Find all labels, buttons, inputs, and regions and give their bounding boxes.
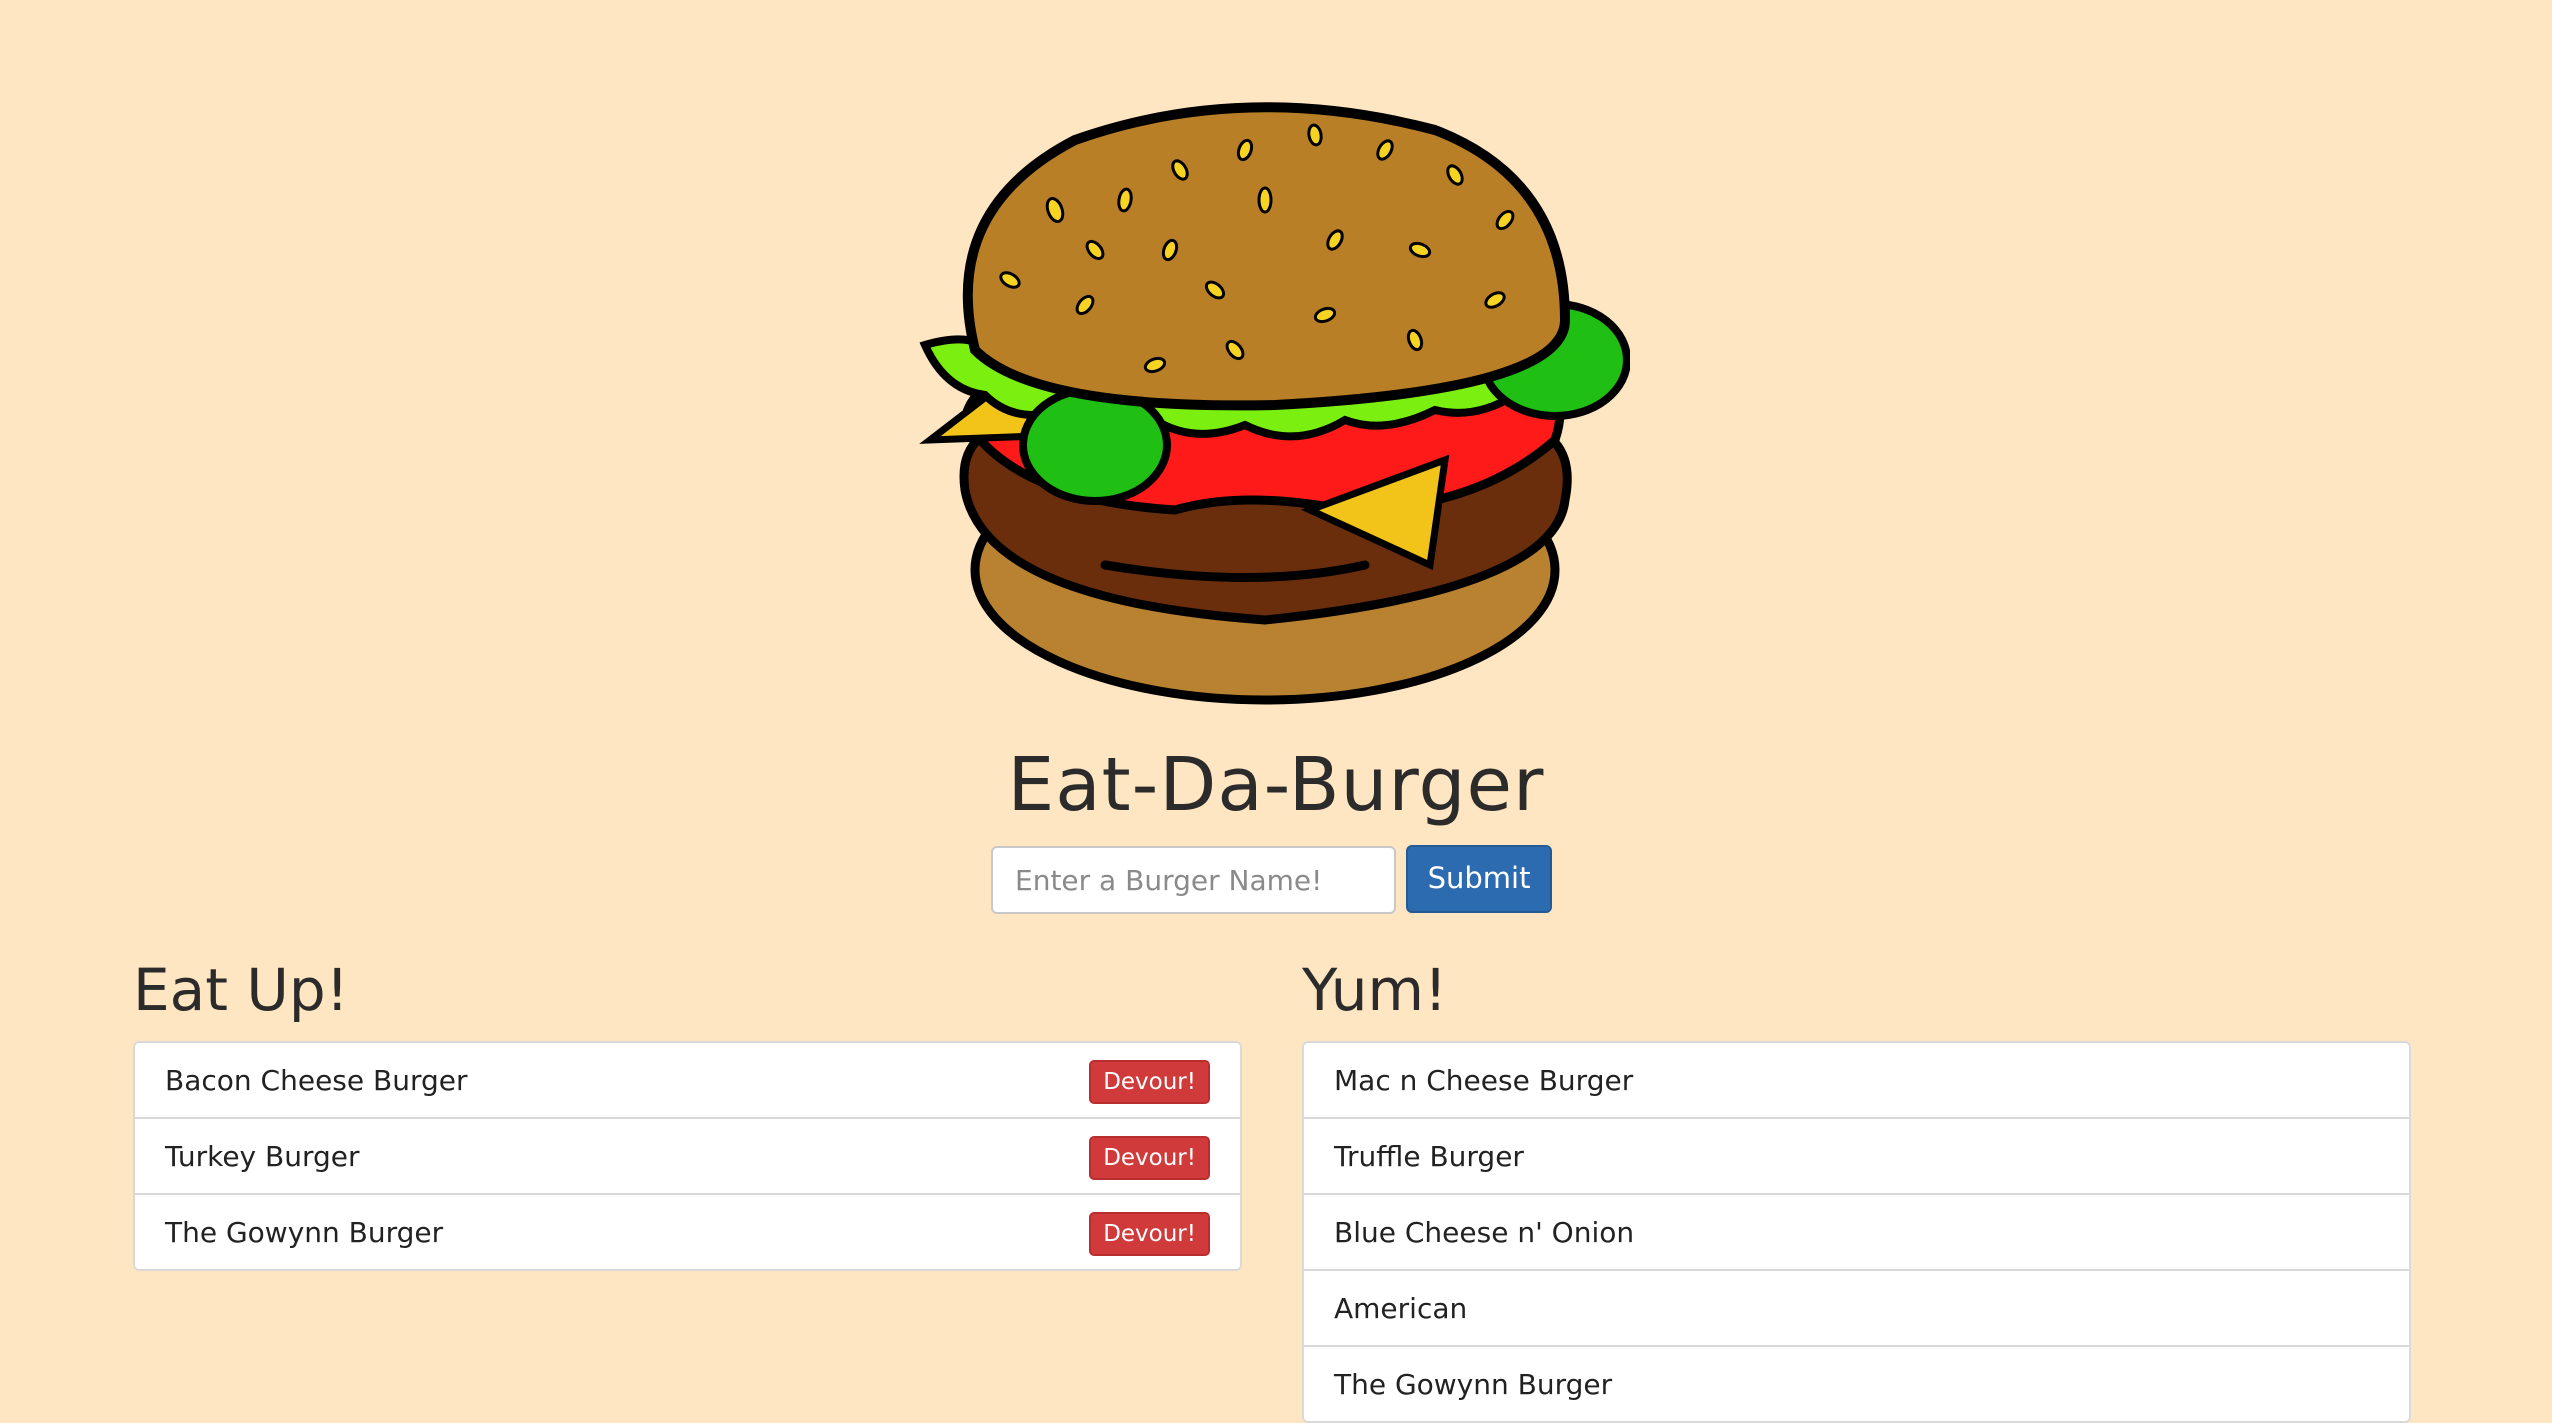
eat-up-heading: Eat Up!: [133, 956, 349, 1024]
list-item: Truffle Burger: [1304, 1119, 2409, 1195]
burger-name: Turkey Burger: [165, 1139, 360, 1173]
submit-button[interactable]: Submit: [1406, 845, 1552, 913]
burger-name-input[interactable]: [991, 846, 1396, 914]
yum-heading: Yum!: [1302, 956, 1448, 1024]
list-item: Mac n Cheese Burger: [1304, 1043, 2409, 1119]
yum-list: Mac n Cheese Burger Truffle Burger Blue …: [1302, 1041, 2411, 1423]
list-item: Blue Cheese n' Onion: [1304, 1195, 2409, 1271]
eat-up-list: Bacon Cheese Burger Devour! Turkey Burge…: [133, 1041, 1242, 1271]
burger-logo: [915, 90, 1631, 715]
burger-name: Truffle Burger: [1334, 1139, 1524, 1173]
list-item: American: [1304, 1271, 2409, 1347]
burger-name: American: [1334, 1291, 1468, 1325]
list-item: Bacon Cheese Burger Devour!: [135, 1043, 1240, 1119]
burger-name: Bacon Cheese Burger: [165, 1063, 468, 1097]
burger-name: The Gowynn Burger: [165, 1215, 444, 1249]
devour-button[interactable]: Devour!: [1089, 1136, 1210, 1180]
burger-name: Blue Cheese n' Onion: [1334, 1215, 1635, 1249]
page-title: Eat-Da-Burger: [1007, 742, 1545, 828]
list-item: The Gowynn Burger Devour!: [135, 1195, 1240, 1269]
list-item: The Gowynn Burger: [1304, 1347, 2409, 1421]
devour-button[interactable]: Devour!: [1089, 1212, 1210, 1256]
list-item: Turkey Burger Devour!: [135, 1119, 1240, 1195]
devour-button[interactable]: Devour!: [1089, 1060, 1210, 1104]
burger-name: The Gowynn Burger: [1334, 1367, 1613, 1401]
burger-icon: [919, 102, 1631, 705]
burger-name: Mac n Cheese Burger: [1334, 1063, 1634, 1097]
